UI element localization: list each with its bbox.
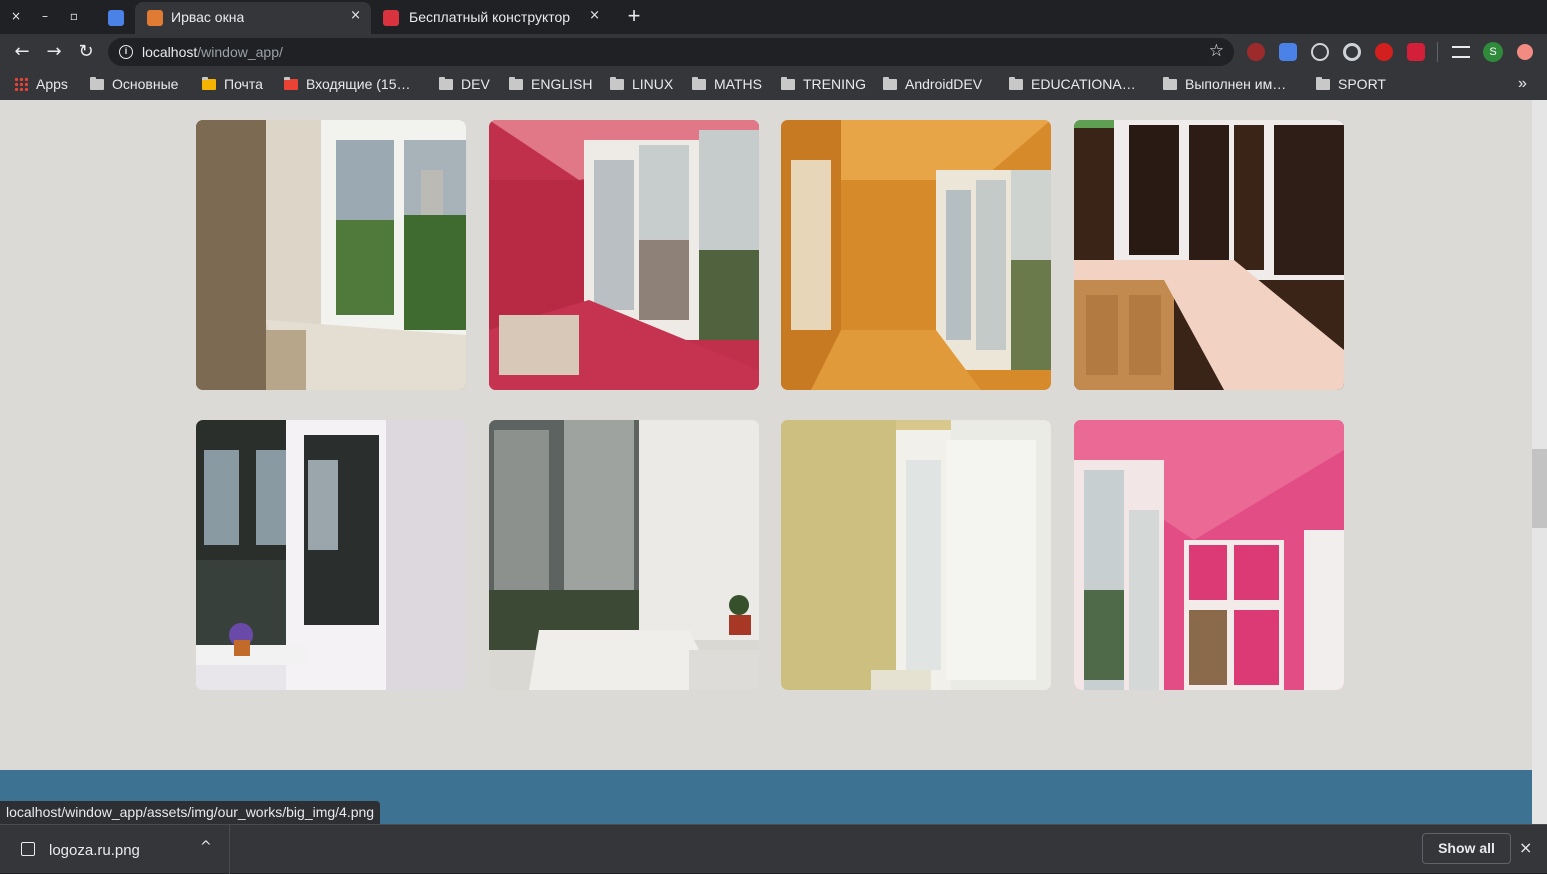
file-icon	[21, 842, 35, 856]
window-close-button[interactable]: ×	[6, 6, 26, 26]
bookmark-label: Apps	[36, 76, 68, 92]
tab-title: Ирвас окна	[171, 9, 245, 25]
address-bar[interactable]: i localhost/window_app/ ☆	[108, 38, 1234, 66]
gmail-icon	[284, 77, 298, 90]
bookmark-label: LINUX	[632, 76, 674, 92]
tab-close-icon[interactable]: ×	[589, 8, 600, 23]
url-path: /window_app/	[197, 44, 283, 60]
gallery-photo-4[interactable]	[1074, 120, 1344, 390]
apps-grid-icon	[14, 77, 28, 91]
bookmark-label: EDUCATIONA…	[1031, 76, 1136, 92]
folder-icon	[1163, 77, 1177, 90]
xampp-favicon-icon	[147, 10, 163, 26]
bookmark-apps[interactable]: Apps	[14, 76, 68, 94]
extension-media-icon[interactable]	[1407, 43, 1425, 61]
folder-icon	[1009, 77, 1023, 90]
bookmark-label: ENGLISH	[531, 76, 593, 92]
google-translate-icon	[108, 10, 124, 26]
reload-button[interactable]: ↻	[74, 40, 98, 64]
tab-irvas[interactable]: Ирвас окна ×	[135, 2, 371, 34]
extension-adblock-icon[interactable]	[1375, 43, 1393, 61]
bookmark-folder-linux[interactable]: LINUX	[610, 76, 673, 94]
bookmark-label: AndroidDEV	[905, 76, 983, 92]
link-status-bubble: localhost/window_app/assets/img/our_work…	[0, 801, 381, 824]
bookmark-folder-educational[interactable]: EDUCATIONA…	[1009, 76, 1136, 94]
bookmark-folder-sport[interactable]: SPORT	[1316, 76, 1386, 94]
tab-constructor[interactable]: Бесплатный конструктор ×	[373, 2, 610, 34]
l-favicon-icon	[383, 10, 399, 26]
window-maximize-button[interactable]: ▫	[64, 6, 84, 26]
window-minimize-button[interactable]: –	[35, 6, 55, 26]
folder-icon	[781, 77, 795, 90]
bookmark-label: SPORT	[1338, 76, 1386, 92]
gallery-photo-1[interactable]	[196, 120, 466, 390]
folder-icon	[509, 77, 523, 90]
pinned-tab-translate[interactable]	[96, 2, 132, 34]
back-button[interactable]: ←	[10, 40, 34, 64]
extension-pink-icon[interactable]	[1517, 44, 1533, 60]
url-text[interactable]: localhost/window_app/	[142, 44, 283, 60]
folder-icon	[883, 77, 897, 90]
close-downloads-bar-button[interactable]: ×	[1519, 838, 1532, 857]
bookmark-label: Почта	[224, 76, 263, 92]
download-file-name: logoza.ru.png	[49, 842, 140, 859]
extension-target-icon[interactable]	[1343, 43, 1361, 61]
page-scrollbar-thumb[interactable]	[1532, 449, 1547, 528]
bookmark-inbox[interactable]: Входящие (15…	[284, 76, 411, 94]
bookmark-folder-english[interactable]: ENGLISH	[509, 76, 592, 94]
tab-strip: × – ▫ Ирвас окна × Бесплатный конструкто…	[0, 0, 1547, 34]
mail-icon	[202, 77, 216, 90]
bookmark-label: Основные	[112, 76, 179, 92]
site-info-icon[interactable]: i	[119, 45, 133, 59]
bookmark-label: TRENING	[803, 76, 866, 92]
bookmark-folder-osnovnye[interactable]: Основные	[90, 76, 178, 94]
bookmarks-bar: Apps Основные Почта Входящие (15… DEV EN…	[0, 70, 1547, 100]
bookmark-folder-maths[interactable]: MATHS	[692, 76, 762, 94]
toolbar-divider	[1437, 42, 1438, 62]
bookmark-label: DEV	[461, 76, 490, 92]
bookmark-folder-androiddev[interactable]: AndroidDEV	[883, 76, 982, 94]
browser-toolbar: ← → ↻ i localhost/window_app/ ☆ S	[0, 34, 1547, 70]
tab-title: Бесплатный конструктор	[409, 9, 571, 25]
folder-icon	[439, 77, 453, 90]
extension-spy-icon[interactable]	[1247, 43, 1265, 61]
gallery-photo-5[interactable]	[196, 420, 466, 690]
gallery-photo-7[interactable]	[781, 420, 1051, 690]
page-content	[0, 100, 1532, 824]
gallery-photo-8[interactable]	[1074, 420, 1344, 690]
folder-icon	[692, 77, 706, 90]
show-all-downloads-button[interactable]: Show all	[1422, 833, 1511, 864]
folder-icon	[610, 77, 624, 90]
bookmarks-overflow-button[interactable]: »	[1518, 75, 1527, 93]
bookmark-folder-vypolnen[interactable]: Выполнен им…	[1163, 76, 1286, 94]
folder-icon	[90, 77, 104, 90]
downloads-bar: logoza.ru.png ^ Show all ×	[0, 824, 1547, 874]
bookmark-label: MATHS	[714, 76, 762, 92]
gallery-photo-2[interactable]	[489, 120, 759, 390]
gallery-photo-6[interactable]	[489, 420, 759, 690]
gallery-photo-3[interactable]	[781, 120, 1051, 390]
extension-translate-icon[interactable]	[1279, 43, 1297, 61]
profile-avatar[interactable]: S	[1483, 42, 1503, 62]
new-tab-button[interactable]: +	[622, 5, 646, 29]
media-queue-icon[interactable]	[1452, 46, 1470, 58]
bookmark-pochta[interactable]: Почта	[202, 76, 263, 94]
folder-icon	[1316, 77, 1330, 90]
bookmark-folder-trening[interactable]: TRENING	[781, 76, 866, 94]
bookmark-label: Входящие (15…	[306, 76, 411, 92]
bookmark-star-icon[interactable]: ☆	[1209, 41, 1224, 61]
extension-react-icon[interactable]	[1311, 43, 1329, 61]
bookmark-label: Выполнен им…	[1185, 76, 1287, 92]
url-host: localhost	[142, 44, 198, 60]
download-menu-caret-icon[interactable]: ^	[200, 839, 212, 855]
bookmark-folder-dev[interactable]: DEV	[439, 76, 490, 94]
tab-close-icon[interactable]: ×	[350, 8, 361, 23]
download-item[interactable]: logoza.ru.png ^	[0, 825, 230, 874]
forward-button[interactable]: →	[42, 40, 66, 64]
